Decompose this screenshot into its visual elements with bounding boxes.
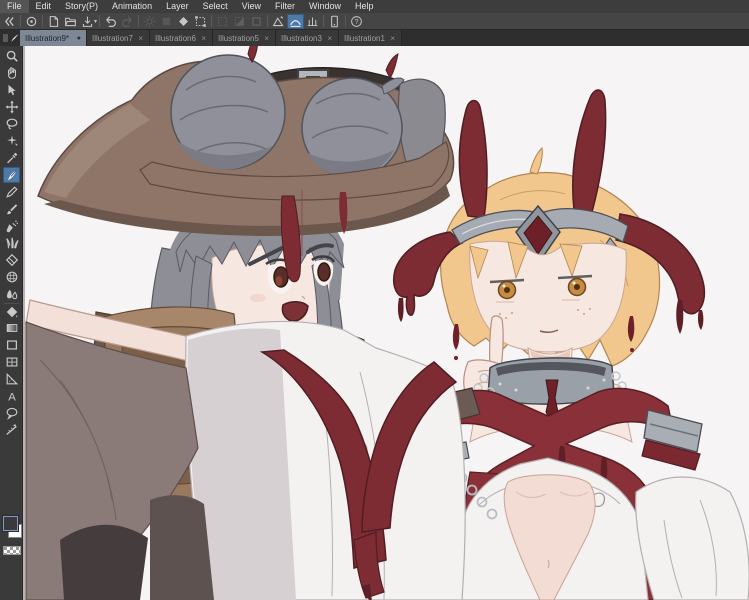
toolbar-separator	[323, 15, 324, 27]
tool-zoom-icon[interactable]	[3, 48, 20, 64]
tool-figure-icon[interactable]	[3, 337, 20, 353]
tool-airbrush-icon[interactable]	[3, 218, 20, 234]
palette-dock-icon[interactable]	[0, 30, 10, 46]
menu-storyp[interactable]: Story(P)	[58, 0, 105, 13]
tab-label: Illustration5	[218, 34, 259, 43]
tool-hand-icon[interactable]	[3, 65, 20, 81]
document-tab-illustration7[interactable]: Illustration7 ×	[87, 30, 150, 46]
canvas-area	[23, 46, 749, 600]
tool-correct-line-icon[interactable]	[3, 422, 20, 438]
document-tab-illustration5[interactable]: Illustration5 ×	[213, 30, 276, 46]
menu-animation[interactable]: Animation	[105, 0, 159, 13]
export-dropdown-caret[interactable]: ▾	[94, 18, 97, 25]
snap-special-icon[interactable]	[287, 14, 304, 29]
marquee-add-icon[interactable]	[231, 14, 248, 29]
tab-close-icon[interactable]: ×	[137, 34, 144, 43]
snap-grid-icon[interactable]	[304, 14, 321, 29]
tool-balloon-icon[interactable]	[3, 405, 20, 421]
tab-modified-dot: ●	[77, 35, 81, 42]
tab-close-icon[interactable]: ×	[326, 34, 333, 43]
menu-help[interactable]: Help	[348, 0, 381, 13]
document-tab-illustration1[interactable]: Illustration1 ×	[339, 30, 402, 46]
tool-blend-icon[interactable]	[3, 269, 20, 285]
canvas-artwork[interactable]	[25, 46, 749, 600]
open-file-icon[interactable]	[62, 14, 79, 29]
undo-icon[interactable]	[102, 14, 119, 29]
main-color-swatch[interactable]	[3, 516, 18, 531]
marquee-new-icon[interactable]	[214, 14, 231, 29]
menu-select[interactable]: Select	[196, 0, 235, 13]
rotate-canvas-icon[interactable]	[141, 14, 158, 29]
tab-label: Illustration6	[155, 34, 196, 43]
tab-label: Illustration7	[92, 34, 133, 43]
tool-brush-icon[interactable]	[3, 201, 20, 217]
tab-label: Illustration1	[344, 34, 385, 43]
menu-filter[interactable]: Filter	[268, 0, 302, 13]
tablet-mode-icon[interactable]	[326, 14, 343, 29]
tool-decoration-icon[interactable]	[3, 235, 20, 251]
tool-liquify-icon[interactable]	[3, 286, 20, 302]
tab-close-icon[interactable]: ×	[263, 34, 270, 43]
transform-icon[interactable]	[192, 14, 209, 29]
document-tab-bar: Illustration9*●Illustration7×Illustratio…	[0, 30, 749, 46]
tool-frame-border-icon[interactable]	[3, 354, 20, 370]
tab-label: Illustration9*	[25, 34, 69, 43]
menu-view[interactable]: View	[235, 0, 268, 13]
toolbar: ▾?	[0, 13, 749, 30]
redo-icon[interactable]	[119, 14, 136, 29]
tool-gradient-icon[interactable]	[3, 320, 20, 336]
help-icon[interactable]: ?	[348, 14, 365, 29]
toolbar-separator	[211, 15, 212, 27]
transparent-color-swatch[interactable]	[3, 546, 21, 555]
collapse-panel-icon[interactable]	[1, 14, 18, 29]
tool-pen-icon[interactable]	[3, 167, 20, 183]
tool-palette: A	[0, 46, 23, 600]
csp-logo-icon[interactable]	[23, 14, 40, 29]
tool-move-layer-icon[interactable]	[3, 99, 20, 115]
tool-pencil-icon[interactable]	[3, 184, 20, 200]
svg-text:A: A	[8, 391, 16, 403]
menu-window[interactable]: Window	[302, 0, 348, 13]
toolbar-separator	[20, 15, 21, 27]
tool-text-icon[interactable]: A	[3, 388, 20, 404]
tool-lasso-icon[interactable]	[3, 116, 20, 132]
app-window: { "menu_bar": { "items": ["File","Edit",…	[0, 0, 749, 600]
document-tab-illustration9[interactable]: Illustration9* ●	[20, 30, 87, 46]
tool-operation-icon[interactable]	[3, 82, 20, 98]
new-file-icon[interactable]	[45, 14, 62, 29]
svg-text:?: ?	[355, 18, 359, 25]
tool-ruler-icon[interactable]	[3, 371, 20, 387]
menu-edit[interactable]: Edit	[29, 0, 59, 13]
menu-layer[interactable]: Layer	[159, 0, 196, 13]
toolbar-separator	[138, 15, 139, 27]
tab-close-icon[interactable]: ×	[200, 34, 207, 43]
tool-eraser-icon[interactable]	[3, 252, 20, 268]
fill-diamond-icon[interactable]	[175, 14, 192, 29]
tool-fill-icon[interactable]	[3, 303, 20, 320]
menu-file[interactable]: File	[0, 0, 29, 13]
tab-label: Illustration3	[281, 34, 322, 43]
marquee-rect-icon[interactable]	[248, 14, 265, 29]
document-tab-illustration6[interactable]: Illustration6 ×	[150, 30, 213, 46]
deselect-icon[interactable]	[158, 14, 175, 29]
menu-bar: FileEditStory(P)AnimationLayerSelectView…	[0, 0, 749, 13]
tab-close-icon[interactable]: ×	[389, 34, 396, 43]
toolbar-separator	[42, 15, 43, 27]
toolbar-separator	[345, 15, 346, 27]
snap-ruler-icon[interactable]	[270, 14, 287, 29]
tool-auto-select-icon[interactable]	[3, 133, 20, 149]
toolbar-separator	[267, 15, 268, 27]
color-swatches	[0, 514, 23, 544]
document-tab-illustration3[interactable]: Illustration3 ×	[276, 30, 339, 46]
tool-eyedropper-icon[interactable]	[3, 150, 20, 166]
pen-cursor-icon	[10, 30, 20, 46]
toolbar-separator	[99, 15, 100, 27]
